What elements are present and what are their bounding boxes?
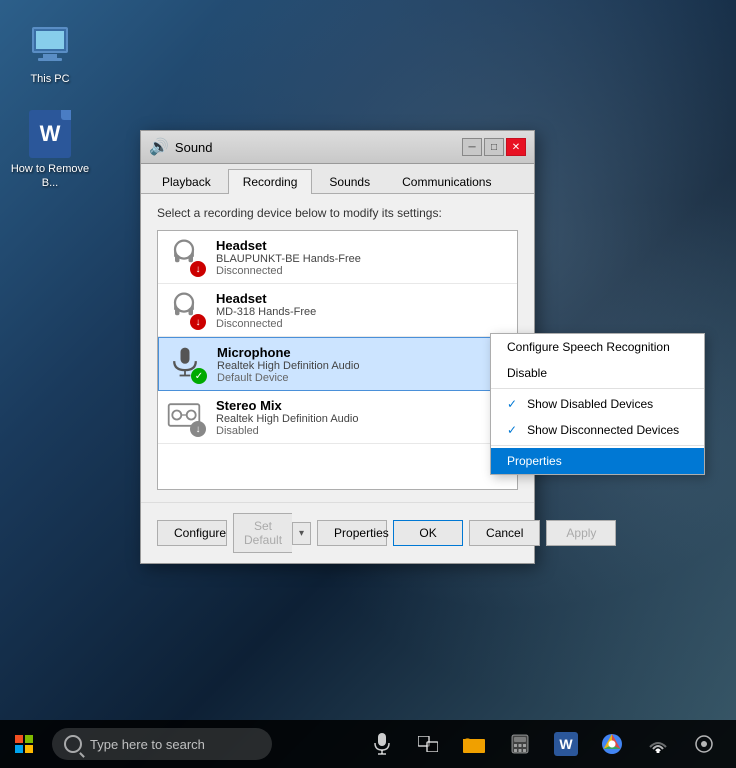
headset2-info: Headset MD-318 Hands-Free Disconnected [216, 291, 509, 330]
stereomix-info: Stereo Mix Realtek High Definition Audio… [216, 398, 509, 437]
headset1-icon-wrapper: ↓ [166, 237, 206, 277]
sound-dialog: 🔊 Sound ─ □ ✕ Playback Recording Sounds … [140, 130, 535, 564]
desktop-icon-this-pc[interactable]: This PC [10, 20, 90, 86]
desktop: This PC W How to Remove B... 🔊 Sound ─ □… [0, 0, 736, 768]
taskbar-windows-icon[interactable] [408, 720, 448, 768]
context-menu: Configure Speech Recognition Disable Sho… [490, 333, 705, 475]
set-default-button[interactable]: Set Default [233, 513, 292, 553]
ok-cancel-buttons: OK Cancel Apply [393, 520, 616, 546]
properties-label: Properties [507, 454, 562, 468]
context-separator-1 [491, 388, 704, 389]
device-item-headset1[interactable]: ↓ Headset BLAUPUNKT-BE Hands-Free Discon… [158, 231, 517, 284]
tab-playback[interactable]: Playback [147, 169, 226, 194]
context-configure-speech[interactable]: Configure Speech Recognition [491, 334, 704, 360]
cancel-button[interactable]: Cancel [469, 520, 540, 546]
microphone-status: Default Device [217, 372, 508, 384]
network-icon [648, 735, 668, 753]
taskbar-search-icon [64, 735, 82, 753]
headset2-status-badge: ↓ [190, 314, 206, 330]
ok-button[interactable]: OK [393, 520, 463, 546]
headset1-desc: BLAUPUNKT-BE Hands-Free [216, 253, 509, 265]
taskbar-word-icon[interactable]: W [546, 720, 586, 768]
stereomix-name: Stereo Mix [216, 398, 509, 413]
dialog-title: Sound [175, 140, 456, 155]
calculator-icon [511, 734, 529, 754]
headset2-status: Disconnected [216, 318, 509, 330]
taskbar-explorer-icon[interactable] [454, 720, 494, 768]
headset2-desc: MD-318 Hands-Free [216, 306, 509, 318]
system-tray-icon [694, 734, 714, 754]
microphone-desc: Realtek High Definition Audio [217, 360, 508, 372]
microphone-icon-wrapper: ✓ [167, 344, 207, 384]
dialog-close-button[interactable]: ✕ [506, 138, 526, 156]
context-separator-2 [491, 445, 704, 446]
dialog-titlebar: 🔊 Sound ─ □ ✕ [141, 131, 534, 164]
configure-button[interactable]: Configure [157, 520, 227, 546]
context-properties[interactable]: Properties [491, 448, 704, 474]
device-item-stereomix[interactable]: ↓ Stereo Mix Realtek High Definition Aud… [158, 391, 517, 444]
set-default-split-button: Set Default ▾ [233, 513, 311, 553]
microphone-info: Microphone Realtek High Definition Audio… [217, 345, 508, 384]
stereomix-status-badge: ↓ [190, 421, 206, 437]
dialog-content: Select a recording device below to modif… [141, 194, 534, 502]
headset2-icon-wrapper: ↓ [166, 290, 206, 330]
headset1-status: Disconnected [216, 265, 509, 277]
windows-logo-icon [15, 735, 33, 753]
device-list: ↓ Headset BLAUPUNKT-BE Hands-Free Discon… [157, 230, 518, 490]
chrome-icon [601, 733, 623, 755]
show-disabled-label: Show Disabled Devices [527, 397, 653, 411]
microphone-name: Microphone [217, 345, 508, 360]
tab-recording[interactable]: Recording [228, 169, 313, 194]
headset1-status-badge: ↓ [190, 261, 206, 277]
dialog-window-controls: ─ □ ✕ [462, 138, 526, 156]
taskbar-search-box[interactable]: Type here to search [52, 728, 272, 760]
taskbar: Type here to search [0, 720, 736, 768]
dialog-tabs: Playback Recording Sounds Communications [141, 164, 534, 194]
show-disconnected-label: Show Disconnected Devices [527, 423, 679, 437]
taskbar-tray: W [350, 720, 736, 768]
desktop-icon-word-doc[interactable]: W How to Remove B... [10, 110, 90, 191]
file-explorer-icon [463, 735, 485, 753]
taskbar-mic-icon[interactable] [362, 720, 402, 768]
context-show-disabled[interactable]: Show Disabled Devices [491, 391, 704, 417]
sound-dialog-icon: 🔊 [149, 137, 169, 157]
stereomix-status: Disabled [216, 425, 509, 437]
device-item-headset2[interactable]: ↓ Headset MD-318 Hands-Free Disconnected [158, 284, 517, 337]
dialog-action-buttons: Configure Set Default ▾ Properties OK Ca… [141, 502, 534, 563]
dialog-instruction: Select a recording device below to modif… [157, 206, 518, 220]
this-pc-icon-image [26, 20, 74, 68]
taskbar-network-icon[interactable] [638, 720, 678, 768]
context-show-disconnected[interactable]: Show Disconnected Devices [491, 417, 704, 443]
this-pc-label: This PC [30, 72, 69, 86]
headset2-name: Headset [216, 291, 509, 306]
taskbar-chrome-icon[interactable] [592, 720, 632, 768]
dialog-minimize-button[interactable]: ─ [462, 138, 482, 156]
set-default-arrow-button[interactable]: ▾ [292, 522, 311, 545]
start-button[interactable] [0, 720, 48, 768]
configure-speech-label: Configure Speech Recognition [507, 340, 670, 354]
properties-button[interactable]: Properties [317, 520, 387, 546]
taskbar-word-icon-box: W [554, 732, 578, 756]
device-item-microphone[interactable]: ✓ Microphone Realtek High Definition Aud… [158, 337, 517, 391]
tab-communications[interactable]: Communications [387, 169, 506, 194]
headset1-info: Headset BLAUPUNKT-BE Hands-Free Disconne… [216, 238, 509, 277]
dialog-maximize-button[interactable]: □ [484, 138, 504, 156]
word-doc-icon-image: W [26, 110, 74, 158]
taskbar-calculator-icon[interactable] [500, 720, 540, 768]
context-disable[interactable]: Disable [491, 360, 704, 386]
microphone-status-badge: ✓ [191, 368, 207, 384]
taskbar-system-icon[interactable] [684, 720, 724, 768]
disable-label: Disable [507, 366, 547, 380]
microphone-taskbar-icon [374, 733, 390, 755]
taskbar-search-placeholder: Type here to search [90, 737, 205, 752]
headset1-name: Headset [216, 238, 509, 253]
tab-sounds[interactable]: Sounds [314, 169, 385, 194]
stereomix-desc: Realtek High Definition Audio [216, 413, 509, 425]
stereomix-icon-wrapper: ↓ [166, 397, 206, 437]
taskview-icon [418, 736, 438, 752]
apply-button[interactable]: Apply [546, 520, 616, 546]
word-doc-label: How to Remove B... [10, 162, 90, 191]
